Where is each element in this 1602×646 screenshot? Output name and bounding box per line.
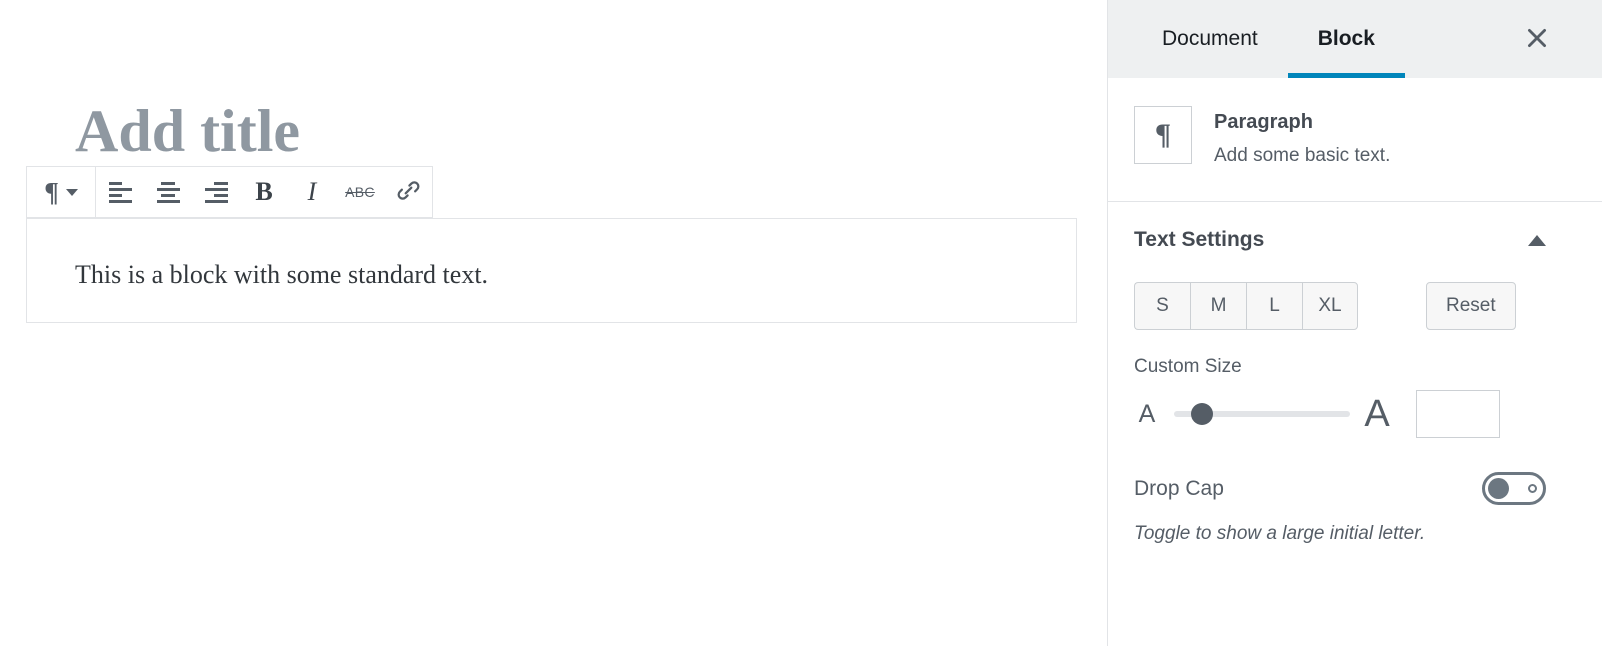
font-size-xl-label: XL: [1318, 295, 1342, 317]
pilcrow-icon: ¶: [1154, 118, 1172, 151]
drop-cap-help-text: Toggle to show a large initial letter.: [1134, 523, 1426, 545]
tab-block[interactable]: Block: [1287, 0, 1406, 78]
drop-cap-label: Drop Cap: [1134, 476, 1224, 500]
tab-document[interactable]: Document: [1132, 0, 1288, 78]
text-settings-title: Text Settings: [1134, 228, 1265, 252]
custom-size-label: Custom Size: [1134, 356, 1242, 378]
font-size-s-label: S: [1156, 295, 1169, 317]
block-type-switcher-button[interactable]: ¶: [27, 167, 95, 217]
pilcrow-icon: ¶: [44, 176, 59, 207]
editor-canvas: Add title ¶ B I ABC This is a block with…: [0, 0, 1107, 646]
toolbar-group-block-type: ¶: [27, 167, 95, 217]
block-card: ¶ Paragraph Add some basic text.: [1108, 78, 1602, 203]
bold-button[interactable]: B: [240, 167, 288, 217]
align-center-button[interactable]: [144, 167, 192, 217]
align-center-icon: [156, 181, 180, 203]
font-size-s-button[interactable]: S: [1134, 282, 1190, 331]
toolbar-group-formatting: B I ABC: [95, 167, 432, 217]
paragraph-block[interactable]: This is a block with some standard text.: [26, 218, 1077, 323]
sidebar-header: Document Block: [1108, 0, 1602, 78]
reset-font-size-button[interactable]: Reset: [1426, 282, 1516, 331]
font-size-l-label: L: [1269, 295, 1280, 317]
block-card-title: Paragraph: [1214, 111, 1313, 133]
font-size-l-button[interactable]: L: [1246, 282, 1302, 331]
link-icon: [395, 177, 422, 207]
font-size-controls: S M L XL Reset: [1134, 282, 1576, 331]
align-right-button[interactable]: [192, 167, 240, 217]
paragraph-block-content[interactable]: This is a block with some standard text.: [75, 257, 488, 293]
sidebar-tablist: Document Block: [1108, 0, 1406, 78]
drop-cap-toggle-off-dot: [1528, 484, 1537, 494]
block-card-text: Paragraph Add some basic text.: [1214, 106, 1390, 171]
small-a-icon: A: [1138, 399, 1156, 428]
align-left-button[interactable]: [96, 167, 144, 217]
italic-button[interactable]: I: [288, 167, 336, 217]
tab-block-label: Block: [1317, 27, 1375, 50]
settings-sidebar: Document Block ¶ Paragraph Add some basi…: [1107, 0, 1602, 646]
large-a-icon: A: [1364, 393, 1390, 436]
triangle-up-icon: [1528, 234, 1546, 246]
italic-icon: I: [307, 177, 317, 206]
bold-icon: B: [255, 177, 273, 206]
drop-cap-toggle-knob: [1488, 478, 1509, 500]
tab-document-label: Document: [1162, 27, 1258, 50]
align-right-icon: [204, 181, 228, 203]
font-size-xl-button[interactable]: XL: [1302, 282, 1358, 331]
font-size-slider[interactable]: [1174, 403, 1350, 426]
font-size-m-label: M: [1210, 295, 1227, 317]
link-button[interactable]: [384, 167, 432, 217]
chevron-down-icon: [65, 188, 78, 196]
font-size-preset-group: S M L XL: [1134, 282, 1358, 331]
font-size-m-button[interactable]: M: [1190, 282, 1246, 331]
close-icon: [1524, 25, 1550, 54]
gutenberg-editor-screen: Add title ¶ B I ABC This is a block with…: [0, 0, 1602, 646]
post-title-placeholder[interactable]: Add title: [75, 98, 300, 164]
text-settings-panel: Text Settings S M L XL Reset Custom Size…: [1108, 202, 1602, 548]
drop-cap-toggle[interactable]: [1482, 472, 1546, 506]
drop-cap-row: Drop Cap: [1134, 472, 1576, 506]
align-left-icon: [108, 181, 132, 203]
close-settings-button[interactable]: [1520, 22, 1554, 56]
custom-size-input[interactable]: [1416, 390, 1500, 439]
block-card-icon-frame: ¶: [1134, 106, 1192, 164]
font-size-slider-thumb[interactable]: [1190, 403, 1213, 426]
text-settings-panel-header[interactable]: Text Settings: [1134, 202, 1576, 258]
reset-button-label: Reset: [1446, 295, 1496, 317]
strikethrough-icon: ABC: [345, 184, 375, 200]
custom-size-controls: A A: [1134, 390, 1576, 439]
strikethrough-button[interactable]: ABC: [336, 167, 384, 217]
block-toolbar: ¶ B I ABC: [26, 166, 433, 218]
block-card-description: Add some basic text.: [1214, 145, 1391, 166]
